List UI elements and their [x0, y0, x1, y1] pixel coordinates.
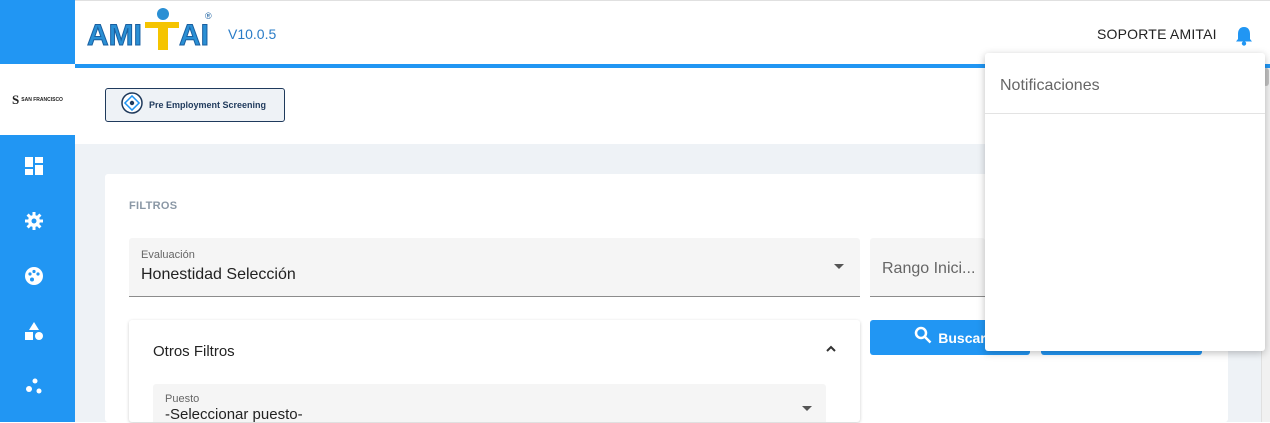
- palette-icon[interactable]: [22, 264, 46, 288]
- notifications-panel: Notificaciones: [985, 53, 1265, 351]
- dropdown-arrow-icon: [834, 264, 844, 269]
- svg-text:®: ®: [205, 11, 212, 21]
- dropdown-arrow-icon: [802, 406, 812, 411]
- bell-icon[interactable]: [1234, 25, 1254, 52]
- company-logo: S SAN FRANCISCO: [0, 66, 75, 134]
- svg-text:AI: AI: [179, 19, 209, 52]
- pre-employment-screening-button[interactable]: Pre Employment Screening: [105, 88, 285, 122]
- evaluation-label: Evaluación: [141, 249, 195, 261]
- amitai-logo: AMI AI ®: [85, 5, 215, 60]
- notifications-divider: [985, 113, 1265, 114]
- svg-text:AMI: AMI: [87, 19, 142, 52]
- position-value: -Seleccionar puesto-: [165, 406, 303, 423]
- filters-title: FILTROS: [129, 200, 178, 212]
- app-version: V10.0.5: [228, 26, 277, 42]
- dashboard-icon[interactable]: [22, 154, 46, 178]
- search-icon: [914, 326, 932, 349]
- sidebar-nav: [0, 135, 75, 422]
- shapes-icon[interactable]: [22, 319, 46, 343]
- evaluation-value: Honestidad Selección: [141, 266, 296, 283]
- nav-rail-top: [0, 0, 75, 64]
- position-label: Puesto: [165, 393, 200, 405]
- other-filters-title[interactable]: Otros Filtros: [153, 343, 235, 360]
- screening-icon: [121, 91, 143, 119]
- chevron-up-icon[interactable]: [825, 342, 837, 360]
- company-mark-icon: S: [12, 92, 20, 107]
- company-logo-text: SAN FRANCISCO: [21, 97, 63, 103]
- bubble-chart-icon[interactable]: [22, 374, 46, 398]
- pre-employment-screening-label: Pre Employment Screening: [149, 100, 267, 110]
- position-select[interactable]: Puesto -Seleccionar puesto-: [153, 384, 826, 423]
- gear-icon[interactable]: [22, 209, 46, 233]
- evaluation-select[interactable]: Evaluación Honestidad Selección: [129, 238, 860, 297]
- range-start-placeholder: Rango Inici...: [882, 260, 976, 277]
- range-start-field[interactable]: Rango Inici...: [870, 238, 985, 297]
- user-name[interactable]: SOPORTE AMITAI: [1097, 26, 1217, 42]
- search-button-label: Buscar: [938, 329, 986, 346]
- notifications-title: Notificaciones: [1000, 77, 1100, 94]
